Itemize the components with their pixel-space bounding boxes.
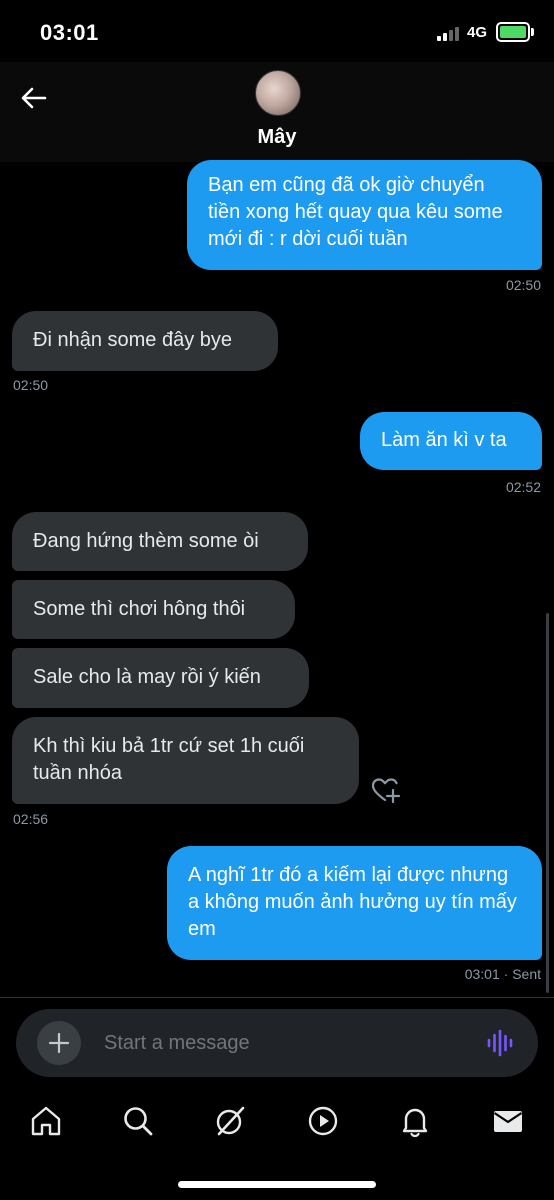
avatar[interactable] <box>255 70 301 116</box>
nav-messages[interactable] <box>491 1104 525 1138</box>
message-timestamp: 02:56 <box>13 811 49 827</box>
nav-search[interactable] <box>121 1104 155 1138</box>
nav-grok[interactable] <box>213 1104 247 1138</box>
nav-home[interactable] <box>29 1104 63 1138</box>
signal-icon <box>437 25 463 41</box>
home-icon <box>31 1106 61 1136</box>
voice-message-button[interactable] <box>486 1029 516 1057</box>
divider <box>0 997 554 998</box>
message-bubble-outgoing[interactable]: A nghĩ 1tr đó a kiếm lại được nhưng a kh… <box>167 846 542 960</box>
battery-icon <box>496 22 530 42</box>
bell-icon <box>402 1108 428 1138</box>
arrow-left-icon <box>21 87 47 109</box>
grok-icon <box>216 1106 245 1136</box>
message-bubble-incoming[interactable]: Kh thì kiu bả 1tr cứ set 1h cuối tuần nh… <box>12 717 359 804</box>
heart-plus-icon <box>371 778 401 804</box>
message-bubble-incoming[interactable]: Sale cho là may rồi ý kiến <box>12 648 309 708</box>
nav-video[interactable] <box>306 1104 340 1138</box>
message-bubble-outgoing[interactable]: Làm ăn kì v ta <box>360 412 542 470</box>
message-bubble-incoming[interactable]: Đang hứng thèm some òi <box>12 512 308 571</box>
message-composer <box>16 1009 538 1077</box>
back-button[interactable] <box>14 78 54 118</box>
message-input[interactable] <box>104 1029 464 1057</box>
home-indicator[interactable] <box>178 1181 376 1188</box>
status-bar: 03:01 4G <box>0 0 554 62</box>
plus-icon <box>48 1032 70 1054</box>
message-timestamp: 02:52 <box>505 479 541 495</box>
message-timestamp: 03:01 · Sent <box>464 966 541 982</box>
nav-notifications[interactable] <box>398 1104 432 1138</box>
message-bubble-incoming[interactable]: Some thì chơi hông thôi <box>12 580 295 639</box>
network-label: 4G <box>467 24 488 41</box>
add-media-button[interactable] <box>37 1021 81 1065</box>
message-bubble-incoming[interactable]: Đi nhận some đây bye <box>12 311 278 371</box>
add-reaction-button[interactable] <box>371 776 401 804</box>
message-bubble-outgoing[interactable]: Bạn em cũng đã ok giờ chuyển tiền xong h… <box>187 160 542 270</box>
status-time: 03:01 <box>40 20 99 45</box>
battery-cap <box>531 28 534 36</box>
conversation-header: Mây <box>0 62 554 162</box>
mail-icon <box>493 1111 523 1132</box>
message-timestamp: 02:50 <box>13 377 49 393</box>
waveform-icon <box>487 1029 513 1057</box>
scrollbar[interactable] <box>546 613 549 993</box>
search-icon <box>124 1107 153 1136</box>
play-icon <box>308 1106 338 1136</box>
contact-name[interactable]: Mây <box>0 126 554 149</box>
message-timestamp: 02:50 <box>505 277 541 293</box>
